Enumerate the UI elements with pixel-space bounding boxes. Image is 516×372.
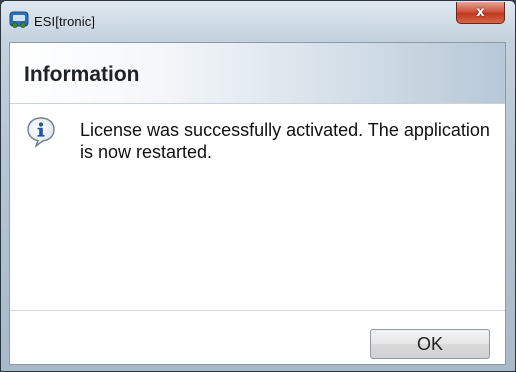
info-icon [26, 116, 56, 148]
dialog-window: ESI[tronic] x Information License was su… [0, 0, 516, 372]
close-button[interactable]: x [456, 2, 505, 24]
close-icon: x [476, 5, 485, 20]
footer-divider [10, 310, 505, 311]
window-title: ESI[tronic] [34, 14, 96, 29]
dialog-message: License was successfully activated. The … [80, 120, 490, 162]
ok-button[interactable]: OK [370, 329, 490, 359]
dialog-title: Information [24, 63, 140, 86]
dialog-header: Information [10, 43, 505, 104]
esi-tronic-app-icon [9, 11, 29, 29]
title-bar[interactable]: ESI[tronic] x [1, 1, 515, 41]
dialog-content: Information License was successfully act… [9, 42, 506, 365]
